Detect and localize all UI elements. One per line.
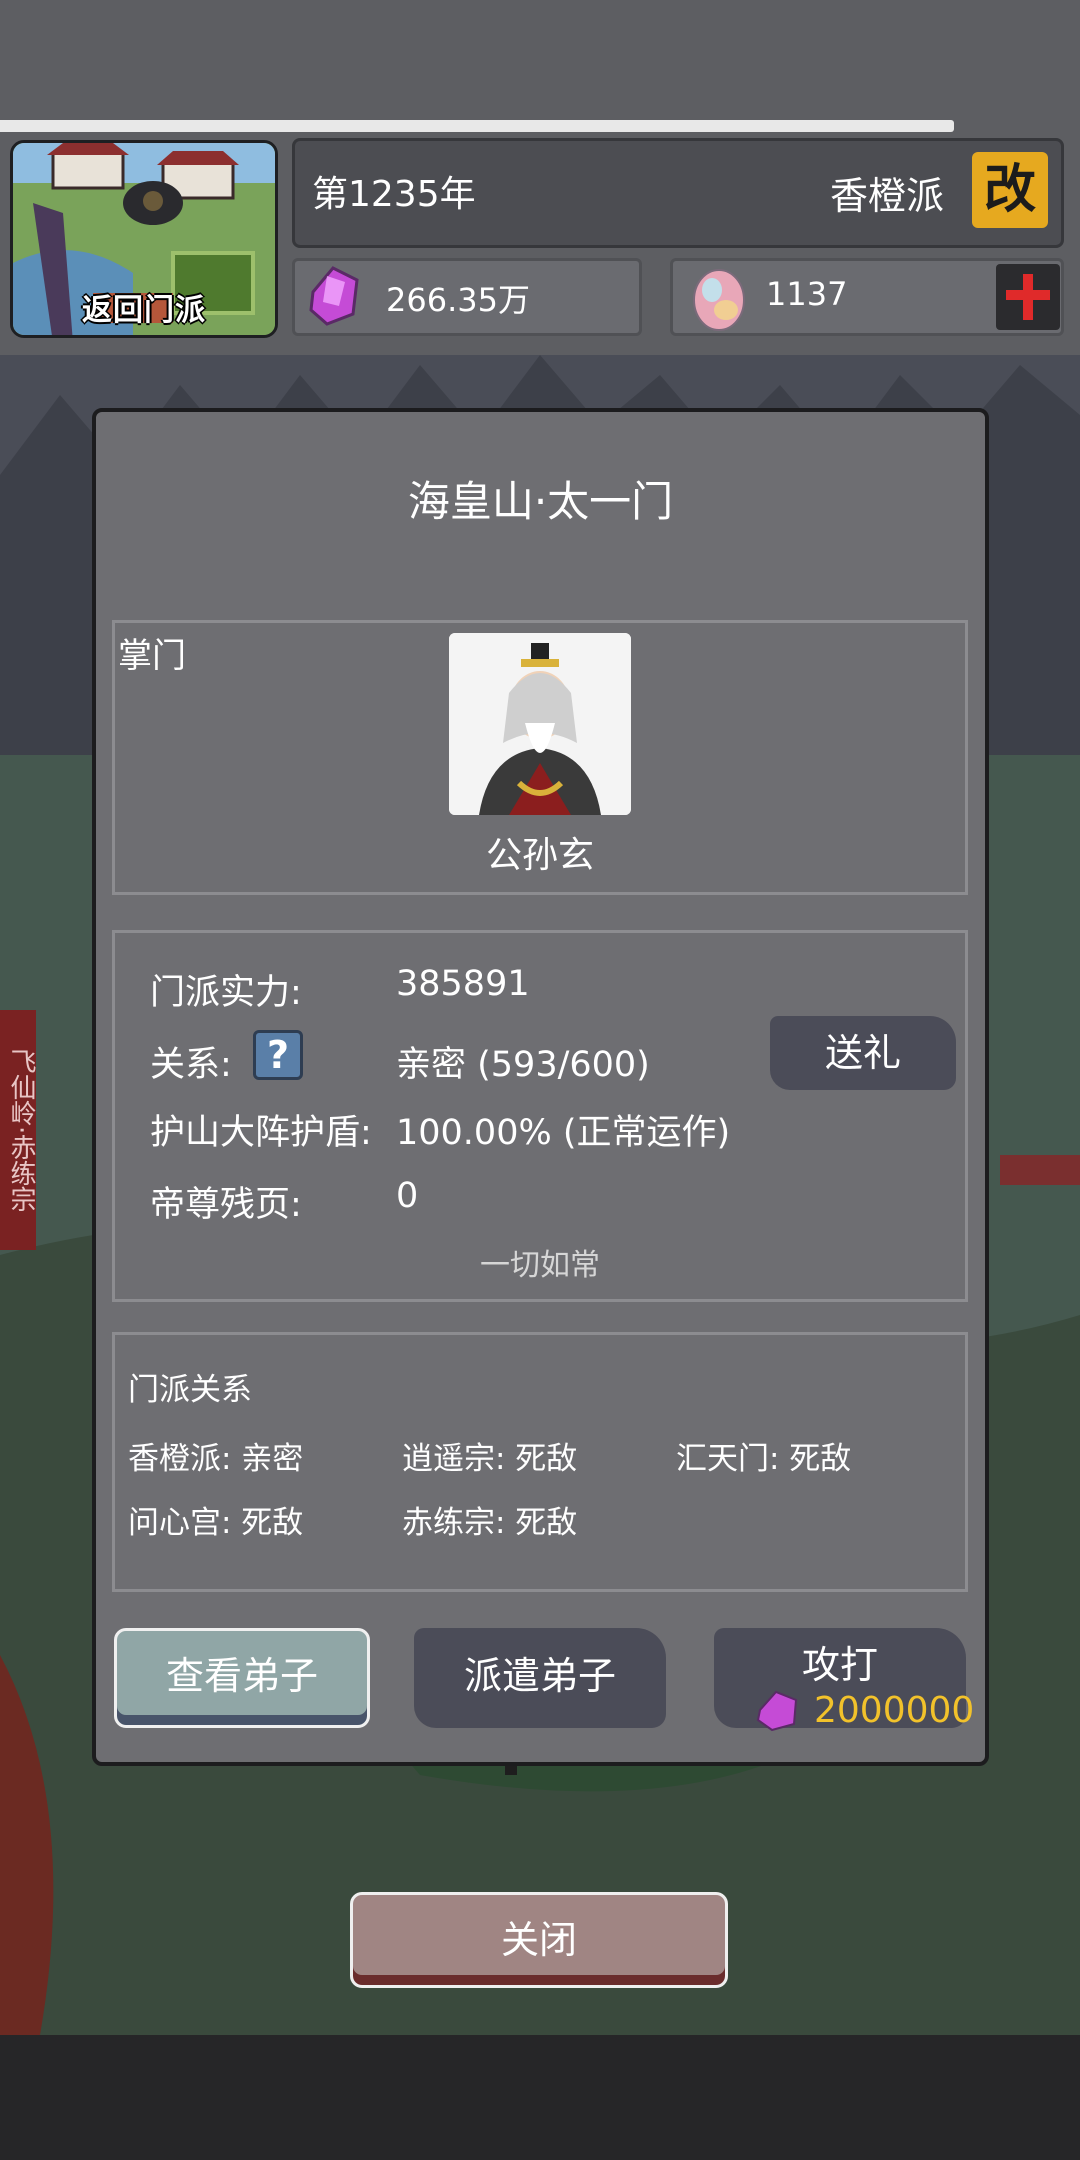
status-note: 一切如常 xyxy=(480,1248,600,1283)
relation-label: 关系: xyxy=(150,1045,232,1085)
shield-value: 100.00% (正常运作) xyxy=(396,1113,731,1153)
strength-value: 385891 xyxy=(396,964,530,1004)
pages-value: 0 xyxy=(396,1176,419,1216)
attack-label: 攻打 xyxy=(801,1643,878,1687)
relations-title: 门派关系 xyxy=(128,1372,252,1408)
view-disciples-button[interactable]: 查看弟子 xyxy=(114,1628,370,1728)
leader-label: 掌门 xyxy=(118,636,186,676)
attack-button[interactable]: 攻打 2000000 xyxy=(714,1628,974,1732)
relation-item: 逍遥宗: 死敌 xyxy=(402,1441,578,1477)
spirit-stone-icon xyxy=(309,266,359,326)
pages-label: 帝尊残页: xyxy=(150,1185,302,1225)
leader-avatar xyxy=(449,633,631,815)
dialog-title: 海皇山·太一门 xyxy=(407,477,674,526)
spirit-stone-value: 266.35万 xyxy=(386,281,530,319)
gift-button[interactable]: 送礼 xyxy=(770,1016,956,1090)
relation-item: 赤练宗: 死敌 xyxy=(402,1505,578,1541)
send-disciples-button[interactable]: 派遣弟子 xyxy=(414,1628,666,1728)
plus-icon xyxy=(1006,274,1050,320)
relation-item: 香橙派: 亲密 xyxy=(128,1441,304,1477)
side-location-tag[interactable]: 飞仙岭·赤练宗 xyxy=(0,1010,36,1250)
relation-item: 问心宫: 死敌 xyxy=(128,1505,304,1541)
return-home-label: 返回门派 xyxy=(82,293,206,328)
rename-button[interactable]: 改 xyxy=(972,152,1048,228)
return-home-button[interactable]: 返回门派 xyxy=(10,140,278,338)
strength-label: 门派实力: xyxy=(150,973,302,1013)
player-sect-name: 香橙派 xyxy=(830,174,945,218)
shield-label: 护山大阵护盾: xyxy=(150,1113,372,1153)
relation-item: 汇天门: 死敌 xyxy=(676,1441,852,1477)
year-text: 第1235年 xyxy=(312,174,476,215)
relation-value: 亲密 (593/600) xyxy=(396,1045,650,1085)
leader-portrait[interactable] xyxy=(449,633,631,815)
leader-name: 公孙玄 xyxy=(485,835,594,876)
spirit-stone-icon xyxy=(756,1690,798,1732)
close-button[interactable]: 关闭 xyxy=(350,1892,728,1988)
spirit-egg-icon xyxy=(693,269,745,331)
help-icon[interactable]: ? xyxy=(253,1030,303,1080)
add-resource-button[interactable] xyxy=(996,264,1060,330)
bottom-bar xyxy=(0,2035,1080,2160)
egg-value: 1137 xyxy=(766,275,848,313)
progress-bar xyxy=(0,120,954,132)
attack-cost: 2000000 xyxy=(814,1690,975,1731)
